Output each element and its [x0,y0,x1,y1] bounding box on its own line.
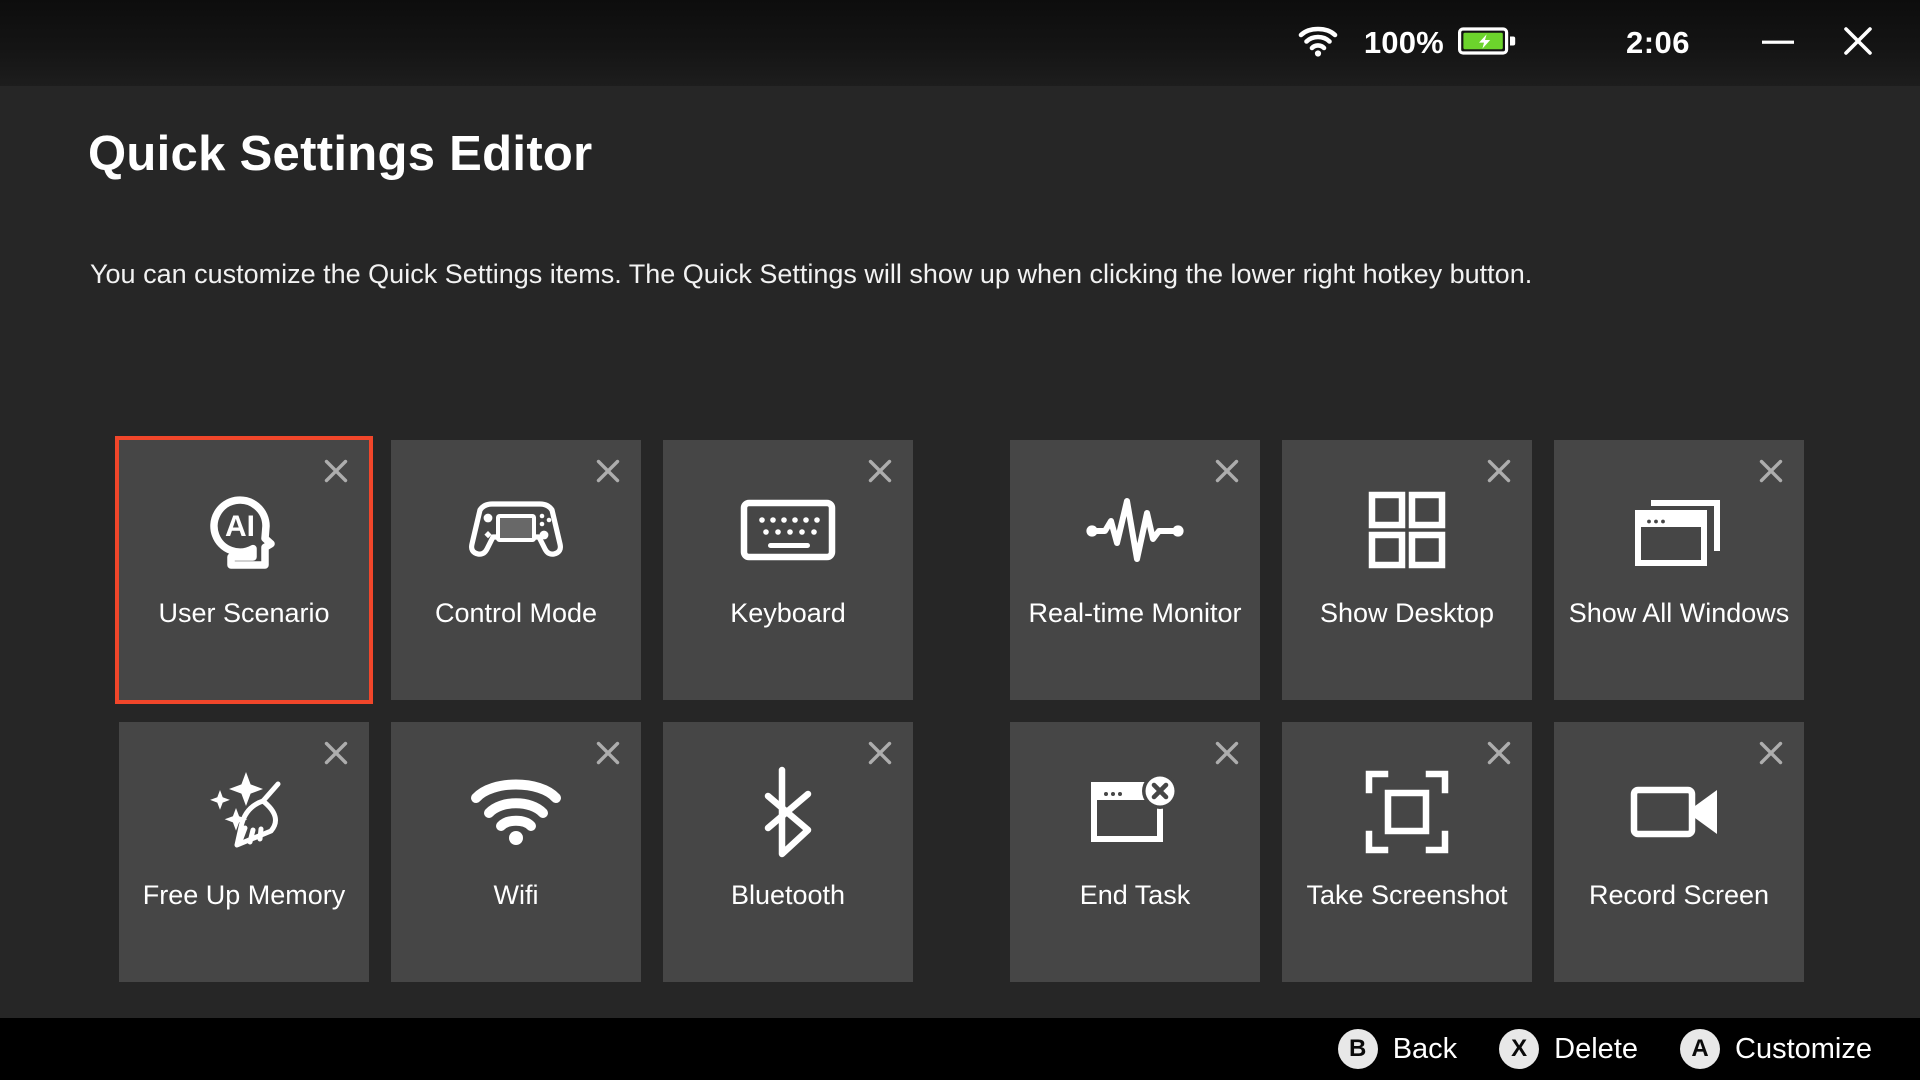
tile-label: Control Mode [391,596,641,630]
remove-tile-button[interactable] [861,452,899,490]
minimize-button[interactable] [1750,15,1806,71]
tile-wifi[interactable]: Wifi [391,722,641,982]
page-title: Quick Settings Editor [88,126,593,182]
hint-delete[interactable]: X Delete [1499,1029,1638,1069]
tile-keyboard[interactable]: Keyboard [663,440,913,700]
tile-row: AI User Scenario [119,440,1804,700]
close-icon [595,740,621,766]
remove-tile-button[interactable] [1208,452,1246,490]
tile-end-task[interactable]: End Task [1010,722,1260,982]
tile-record-screen[interactable]: Record Screen [1554,722,1804,982]
remove-tile-button[interactable] [1480,452,1518,490]
tile-row: Free Up Memory [119,722,1804,982]
tile-label: Wifi [391,878,641,912]
tile-real-time-monitor[interactable]: Real-time Monitor [1010,440,1260,700]
close-icon [867,458,893,484]
close-icon [1214,740,1240,766]
remove-tile-button[interactable] [1208,734,1246,772]
tile-group-left: AI User Scenario [119,440,913,700]
remove-tile-button[interactable] [1752,734,1790,772]
tile-take-screenshot[interactable]: Take Screenshot [1282,722,1532,982]
status-indicators: 100% 2:06 [1298,15,1920,71]
tile-label: Show All Windows [1554,596,1804,630]
close-icon [1486,458,1512,484]
tile-label: Keyboard [663,596,913,630]
close-icon [595,458,621,484]
tile-label: Free Up Memory [119,878,369,912]
close-window-button[interactable] [1830,15,1886,71]
tile-label: End Task [1010,878,1260,912]
hint-label: Back [1393,1033,1457,1066]
tile-group-right: Real-time Monitor [1010,440,1804,700]
close-icon [1758,740,1784,766]
wifi-icon [1298,25,1338,62]
tile-label: Record Screen [1554,878,1804,912]
remove-tile-button[interactable] [1480,734,1518,772]
button-badge-b: B [1338,1029,1378,1069]
remove-tile-button[interactable] [1752,452,1790,490]
svg-text:AI: AI [225,510,255,543]
tile-group-right: End Task [1010,722,1804,982]
minimize-icon [1761,34,1795,52]
tile-user-scenario[interactable]: AI User Scenario [119,440,369,700]
tile-group-left: Free Up Memory [119,722,913,982]
close-icon [1214,458,1240,484]
hint-back[interactable]: B Back [1338,1029,1457,1069]
page-description: You can customize the Quick Settings ite… [90,250,1830,298]
tile-show-desktop[interactable]: Show Desktop [1282,440,1532,700]
close-icon [1842,25,1874,62]
close-icon [1758,458,1784,484]
hint-customize[interactable]: A Customize [1680,1029,1872,1069]
tile-label: User Scenario [119,596,369,630]
clock-label: 2:06 [1626,25,1690,61]
quick-settings-editor-window: 100% 2:06 [0,0,1920,1080]
button-badge-x: X [1499,1029,1539,1069]
tile-control-mode[interactable]: Control Mode [391,440,641,700]
tile-label: Take Screenshot [1282,878,1532,912]
quick-settings-tile-grid: AI User Scenario [119,440,1804,982]
close-icon [867,740,893,766]
remove-tile-button[interactable] [861,734,899,772]
remove-tile-button[interactable] [589,452,627,490]
bottom-hint-bar: B Back X Delete A Customize [0,1018,1920,1080]
close-icon [323,740,349,766]
tile-label: Bluetooth [663,878,913,912]
title-bar: 100% 2:06 [0,0,1920,86]
button-badge-a: A [1680,1029,1720,1069]
battery-percent-label: 100% [1364,25,1444,61]
tile-free-up-memory[interactable]: Free Up Memory [119,722,369,982]
remove-tile-button[interactable] [317,452,355,490]
tile-bluetooth[interactable]: Bluetooth [663,722,913,982]
remove-tile-button[interactable] [317,734,355,772]
tile-label: Real-time Monitor [1010,596,1260,630]
close-icon [1486,740,1512,766]
battery-charging-icon [1458,25,1516,62]
remove-tile-button[interactable] [589,734,627,772]
close-icon [323,458,349,484]
hint-label: Delete [1554,1033,1638,1066]
hint-label: Customize [1735,1033,1872,1066]
tile-show-all-windows[interactable]: Show All Windows [1554,440,1804,700]
tile-label: Show Desktop [1282,596,1532,630]
